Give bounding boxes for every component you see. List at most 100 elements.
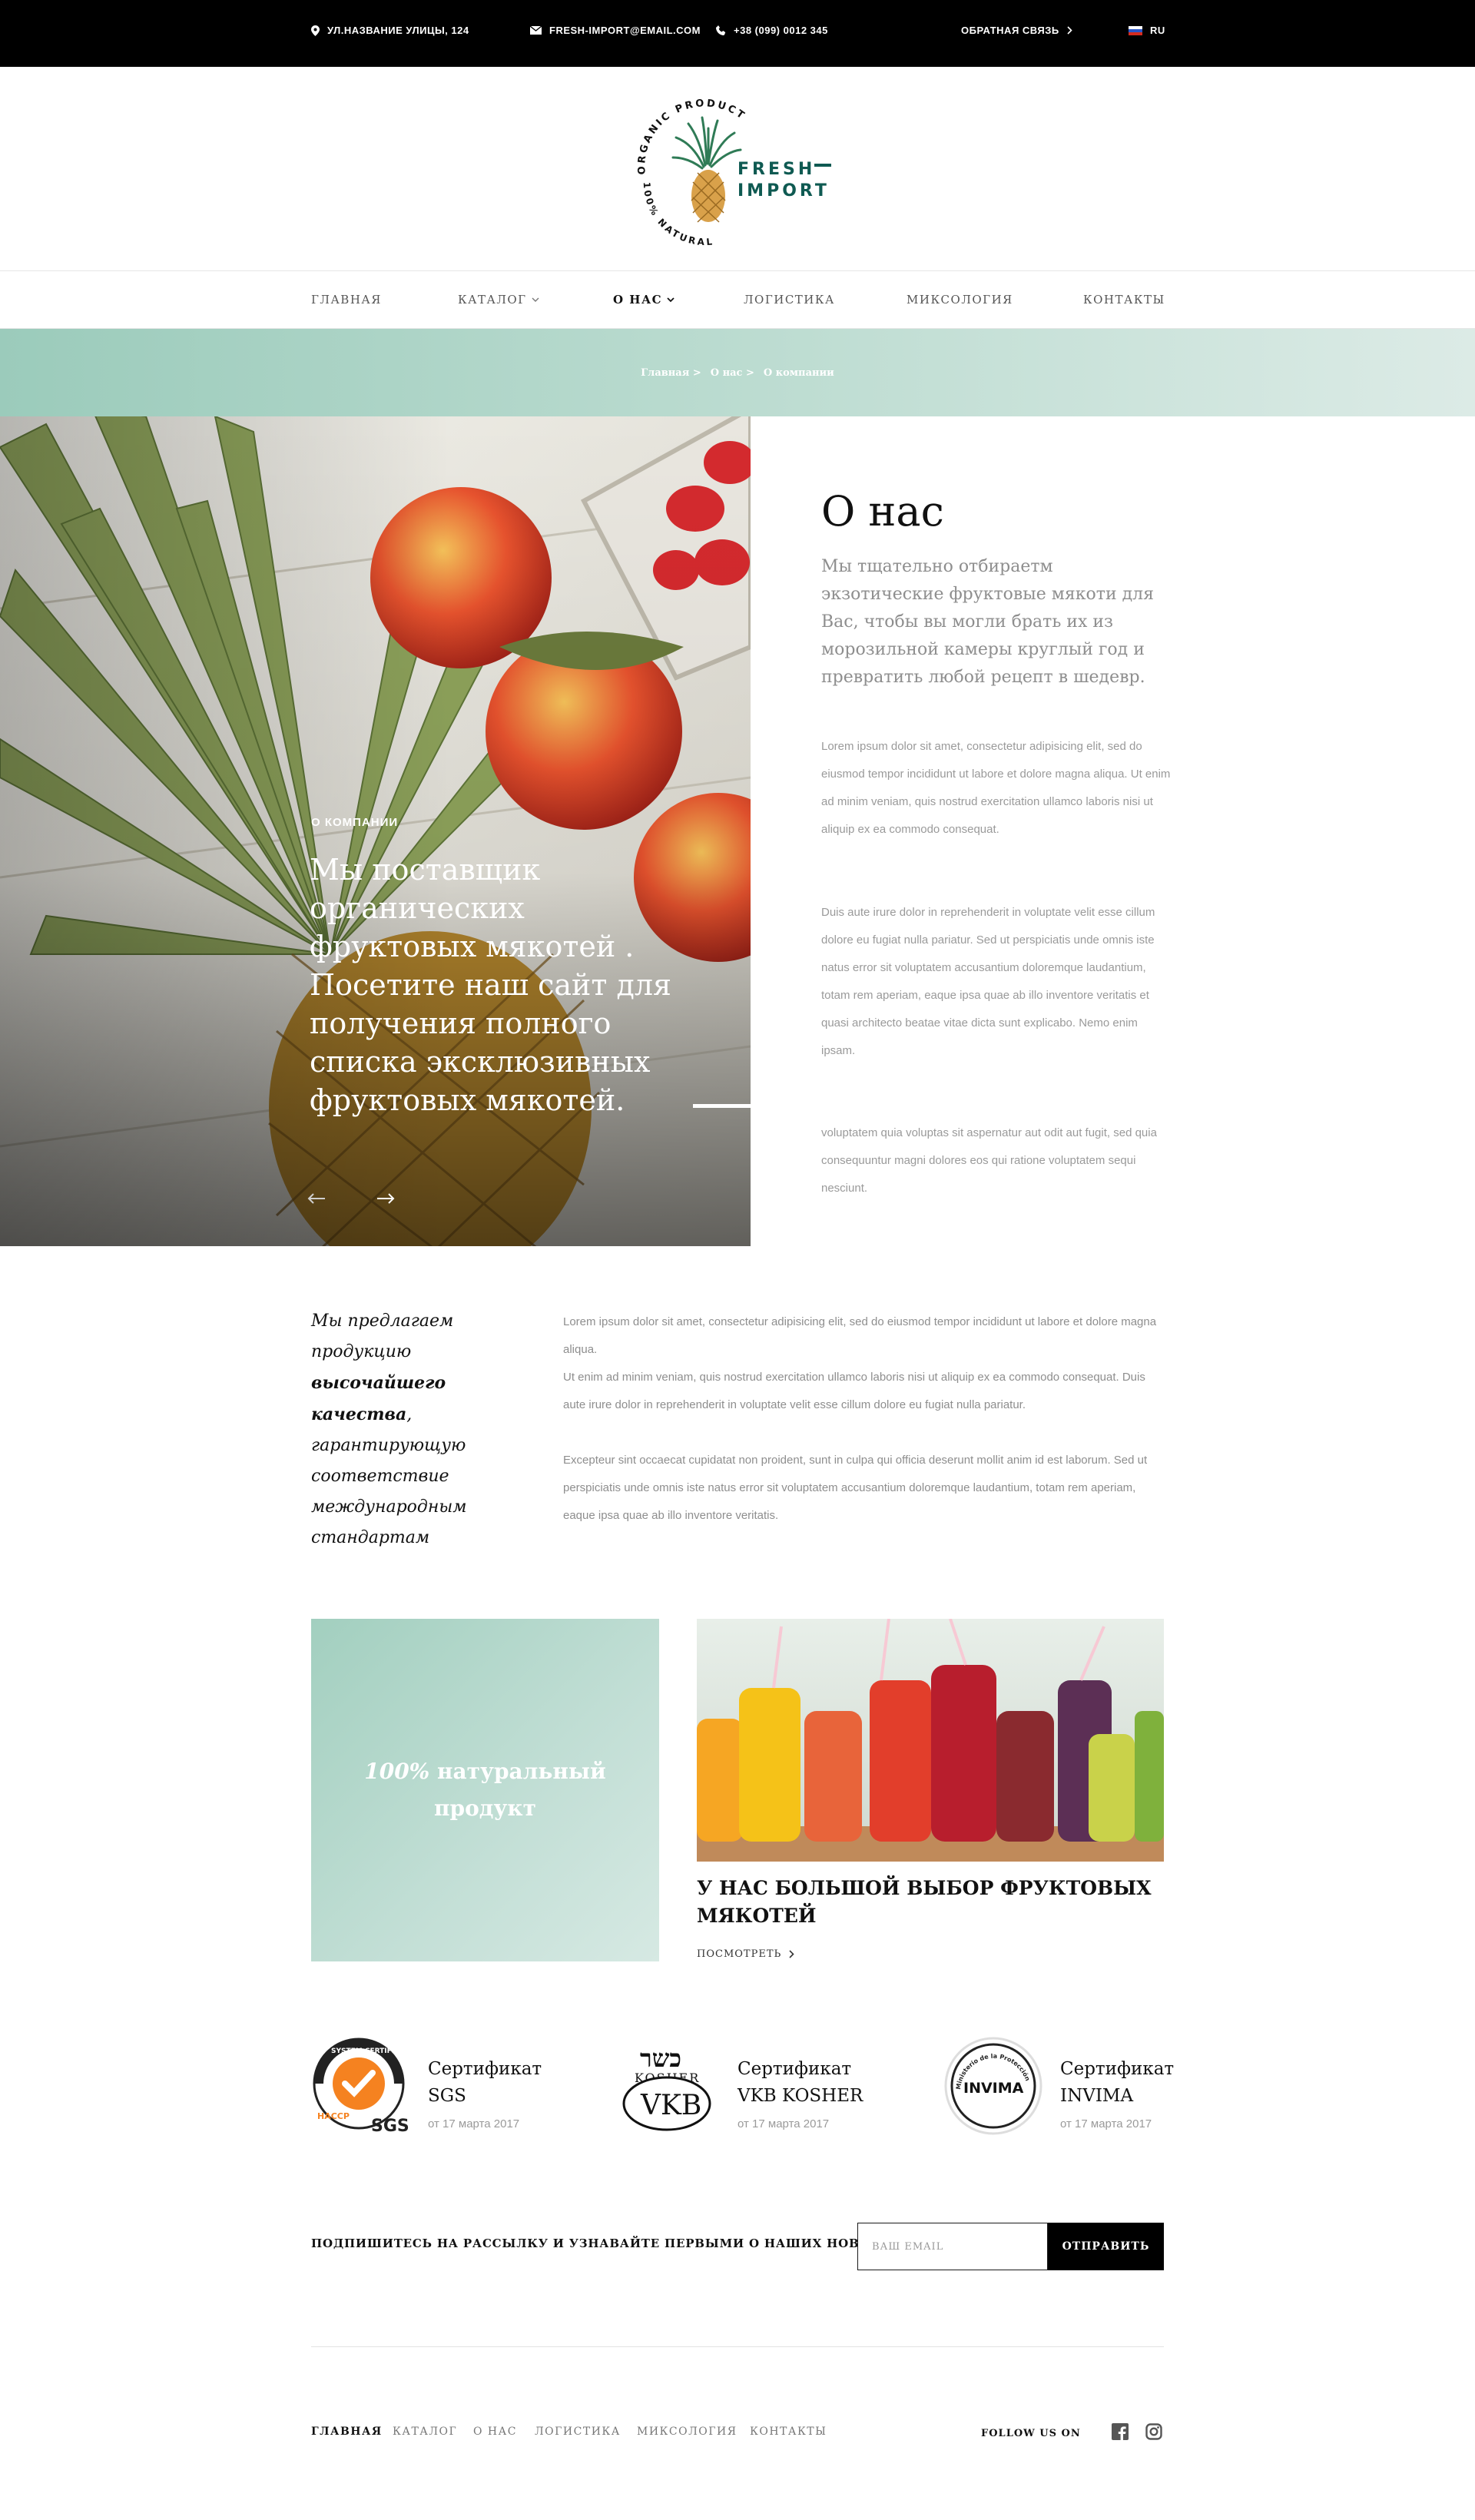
nav-item-about[interactable]: О НАС — [613, 293, 675, 307]
nav-label[interactable]: О НАС — [613, 293, 662, 307]
invima-badge-icon: Ministerio de la Protección Social INVIM… — [943, 2036, 1042, 2135]
language-switch[interactable]: RU — [1129, 25, 1165, 36]
about-paragraph-1: Lorem ipsum dolor sit amet, consectetur … — [821, 740, 1171, 836]
view-link[interactable]: ПОСМОТРЕТЬ — [697, 1948, 794, 1960]
certificate-title-2: INVIMA — [1060, 2086, 1134, 2106]
certificate-sgs-info: Сертификат SGS от 17 марта 2017 — [428, 2036, 542, 2130]
arrow-left-icon — [307, 1193, 325, 1204]
vkb-kosher-badge-icon: כשר KOSHER VKB — [622, 2044, 711, 2131]
footer-nav-contacts[interactable]: КОНТАКТЫ — [750, 2426, 827, 2438]
chevron-right-icon — [1067, 26, 1072, 35]
nav-item-catalog[interactable]: КАТАЛОГ — [458, 293, 539, 307]
nav-label[interactable]: КОНТАКТЫ — [1083, 293, 1165, 307]
nav-label[interactable]: ГЛАВНАЯ — [311, 293, 382, 307]
kosher-hebrew-text: כשר — [640, 2044, 681, 2073]
certificate-title-1: Сертификат — [738, 2059, 852, 2079]
about-section: О нас Мы тщательно отбираетм экзотически… — [751, 416, 1475, 1246]
sgs-sub-text: HACCP — [317, 2111, 350, 2121]
offer-tag-a: Мы предлагаем продукцию — [311, 1311, 454, 1361]
feedback-link[interactable]: ОБРАТНАЯ СВЯЗЬ — [961, 25, 1072, 36]
certificate-date: от 17 марта 2017 — [428, 2117, 520, 2130]
certificate-title-1: Сертификат — [1060, 2059, 1175, 2079]
footer-nav-about[interactable]: О НАС — [473, 2426, 517, 2438]
certificate-kosher: כשר KOSHER VKB Сертификат VKB KOSHER от … — [621, 2036, 863, 2136]
brand-logo[interactable]: ORGANIC PRODUCT 100% NATURAL FRESH IMPOR… — [622, 90, 853, 251]
envelope-icon — [530, 26, 542, 35]
facebook-icon — [1112, 2423, 1129, 2440]
certificate-invima-info: Сертификат INVIMA от 17 марта 2017 — [1060, 2036, 1174, 2130]
follow-us-label: FOLLOW US ON — [981, 2428, 1081, 2439]
natural-product-card: 100% натуральный продукт — [311, 1619, 659, 1961]
header: ORGANIC PRODUCT 100% NATURAL FRESH IMPOR… — [0, 67, 1475, 271]
natural-product-text: 100% натуральный продукт — [363, 1753, 608, 1827]
sgs-ring-text: SYSTEM CERTIFICATION — [331, 2048, 411, 2055]
language-text[interactable]: RU — [1150, 25, 1165, 36]
certificate-date: от 17 марта 2017 — [738, 2117, 830, 2130]
nav-label[interactable]: МИКСОЛОГИЯ — [907, 293, 1013, 307]
footer-nav-catalog[interactable]: КАТАЛОГ — [393, 2426, 457, 2438]
hero-eyebrow: О КОМПАНИИ — [311, 816, 399, 829]
certificate-invima: Ministerio de la Protección Social INVIM… — [943, 2036, 1174, 2136]
offer-tag-b: высочайшего качества — [311, 1373, 446, 1424]
hero-headline: Мы поставщик органических фруктовых мяко… — [310, 853, 671, 1117]
sgs-badge-icon: SYSTEM CERTIFICATION HACCP SGS — [313, 2038, 411, 2136]
email-text[interactable]: FRESH-IMPORT@EMAIL.COM — [549, 25, 701, 36]
about-paragraph-2: Duis aute irure dolor in reprehenderit i… — [821, 906, 1155, 1057]
main-nav: ГЛАВНАЯ КАТАЛОГ О НАС ЛОГИСТИКА МИКСОЛОГ… — [0, 271, 1475, 329]
instagram-icon — [1145, 2423, 1162, 2440]
phone-text[interactable]: +38 (099) 0012 345 — [734, 25, 828, 36]
instagram-link[interactable] — [1145, 2423, 1162, 2440]
about-lead: Мы тщательно отбираетм экзотические фрук… — [821, 557, 1154, 687]
footer-nav-logistics[interactable]: ЛОГИСТИКА — [535, 2426, 621, 2438]
phone-icon — [716, 25, 726, 35]
juice-bottles-photo — [697, 1619, 1164, 1862]
nav-item-home[interactable]: ГЛАВНАЯ — [311, 293, 382, 307]
location-pin-icon — [311, 25, 320, 36]
feedback-text[interactable]: ОБРАТНАЯ СВЯЗЬ — [961, 25, 1059, 36]
offer-paragraph-1: Lorem ipsum dolor sit amet, consectetur … — [563, 1315, 1157, 1356]
vkb-badge-text: VKB — [640, 2090, 701, 2121]
nav-label[interactable]: КАТАЛОГ — [458, 293, 527, 307]
logo-dash — [814, 164, 831, 167]
slider-next-button[interactable] — [376, 1192, 398, 1208]
nav-item-logistics[interactable]: ЛОГИСТИКА — [744, 293, 835, 307]
facebook-link[interactable] — [1112, 2423, 1129, 2440]
invima-badge-text: INVIMA — [963, 2080, 1024, 2097]
breadcrumb-about[interactable]: О нас > — [711, 367, 754, 379]
top-bar: УЛ.НАЗВАНИЕ УЛИЦЫ, 124 FRESH-IMPORT@EMAI… — [0, 0, 1475, 67]
pineapple-logo-icon: ORGANIC PRODUCT 100% NATURAL FRESH IMPOR… — [636, 98, 831, 247]
selection-title: У НАС БОЛЬШОЙ ВЫБОР ФРУКТОВЫХ МЯКОТЕЙ — [697, 1877, 1152, 1927]
chevron-down-icon — [532, 297, 539, 302]
juice-bottles-image[interactable] — [697, 1619, 1164, 1862]
certificate-title-2: SGS — [428, 2086, 466, 2106]
breadcrumb: Главная > О нас > О компании — [0, 329, 1475, 416]
chevron-right-icon — [789, 1950, 794, 1958]
certificate-kosher-info: Сертификат VKB KOSHER от 17 марта 2017 — [738, 2036, 863, 2130]
nav-label[interactable]: ЛОГИСТИКА — [744, 293, 835, 307]
offer-tagline: Мы предлагаем продукцию высочайшего каче… — [311, 1306, 472, 1553]
subscribe-text: ПОДПИШИТЕСЬ НА РАССЫЛКУ И УЗНАВАЙТЕ ПЕРВ… — [311, 2236, 910, 2250]
footer-nav-mixology[interactable]: МИКСОЛОГИЯ — [637, 2426, 738, 2438]
hero-slider: О КОМПАНИИ Мы поставщик органических фру… — [0, 416, 751, 1246]
chevron-down-icon — [667, 297, 675, 302]
email-item[interactable]: FRESH-IMPORT@EMAIL.COM — [530, 25, 701, 36]
email-input[interactable] — [857, 2223, 1048, 2270]
russian-flag-icon — [1129, 25, 1142, 35]
nav-item-contacts[interactable]: КОНТАКТЫ — [1083, 293, 1165, 307]
offer-tag-c: , гарантирующую соответствие международн… — [311, 1405, 467, 1547]
about-paragraph-3: voluptatem quia voluptas sit aspernatur … — [821, 1126, 1157, 1195]
slide-progress-bar — [693, 1104, 751, 1108]
footer-divider — [311, 2346, 1164, 2347]
footer-nav-home[interactable]: ГЛАВНАЯ — [311, 2426, 383, 2438]
view-link-label[interactable]: ПОСМОТРЕТЬ — [697, 1948, 781, 1960]
offer-text: Lorem ipsum dolor sit amet, consectetur … — [563, 1308, 1165, 1530]
nav-item-mixology[interactable]: МИКСОЛОГИЯ — [907, 293, 1013, 307]
phone-item[interactable]: +38 (099) 0012 345 — [716, 25, 828, 36]
sgs-badge-text: SGS — [371, 2117, 409, 2136]
breadcrumb-home[interactable]: Главная > — [641, 367, 701, 379]
subscribe-button[interactable]: ОТПРАВИТЬ — [1048, 2223, 1164, 2270]
logo-brand-line2: IMPORT — [738, 181, 830, 201]
slider-prev-button[interactable] — [307, 1192, 329, 1208]
certificate-title-1: Сертификат — [428, 2059, 542, 2079]
address-item: УЛ.НАЗВАНИЕ УЛИЦЫ, 124 — [311, 25, 469, 36]
